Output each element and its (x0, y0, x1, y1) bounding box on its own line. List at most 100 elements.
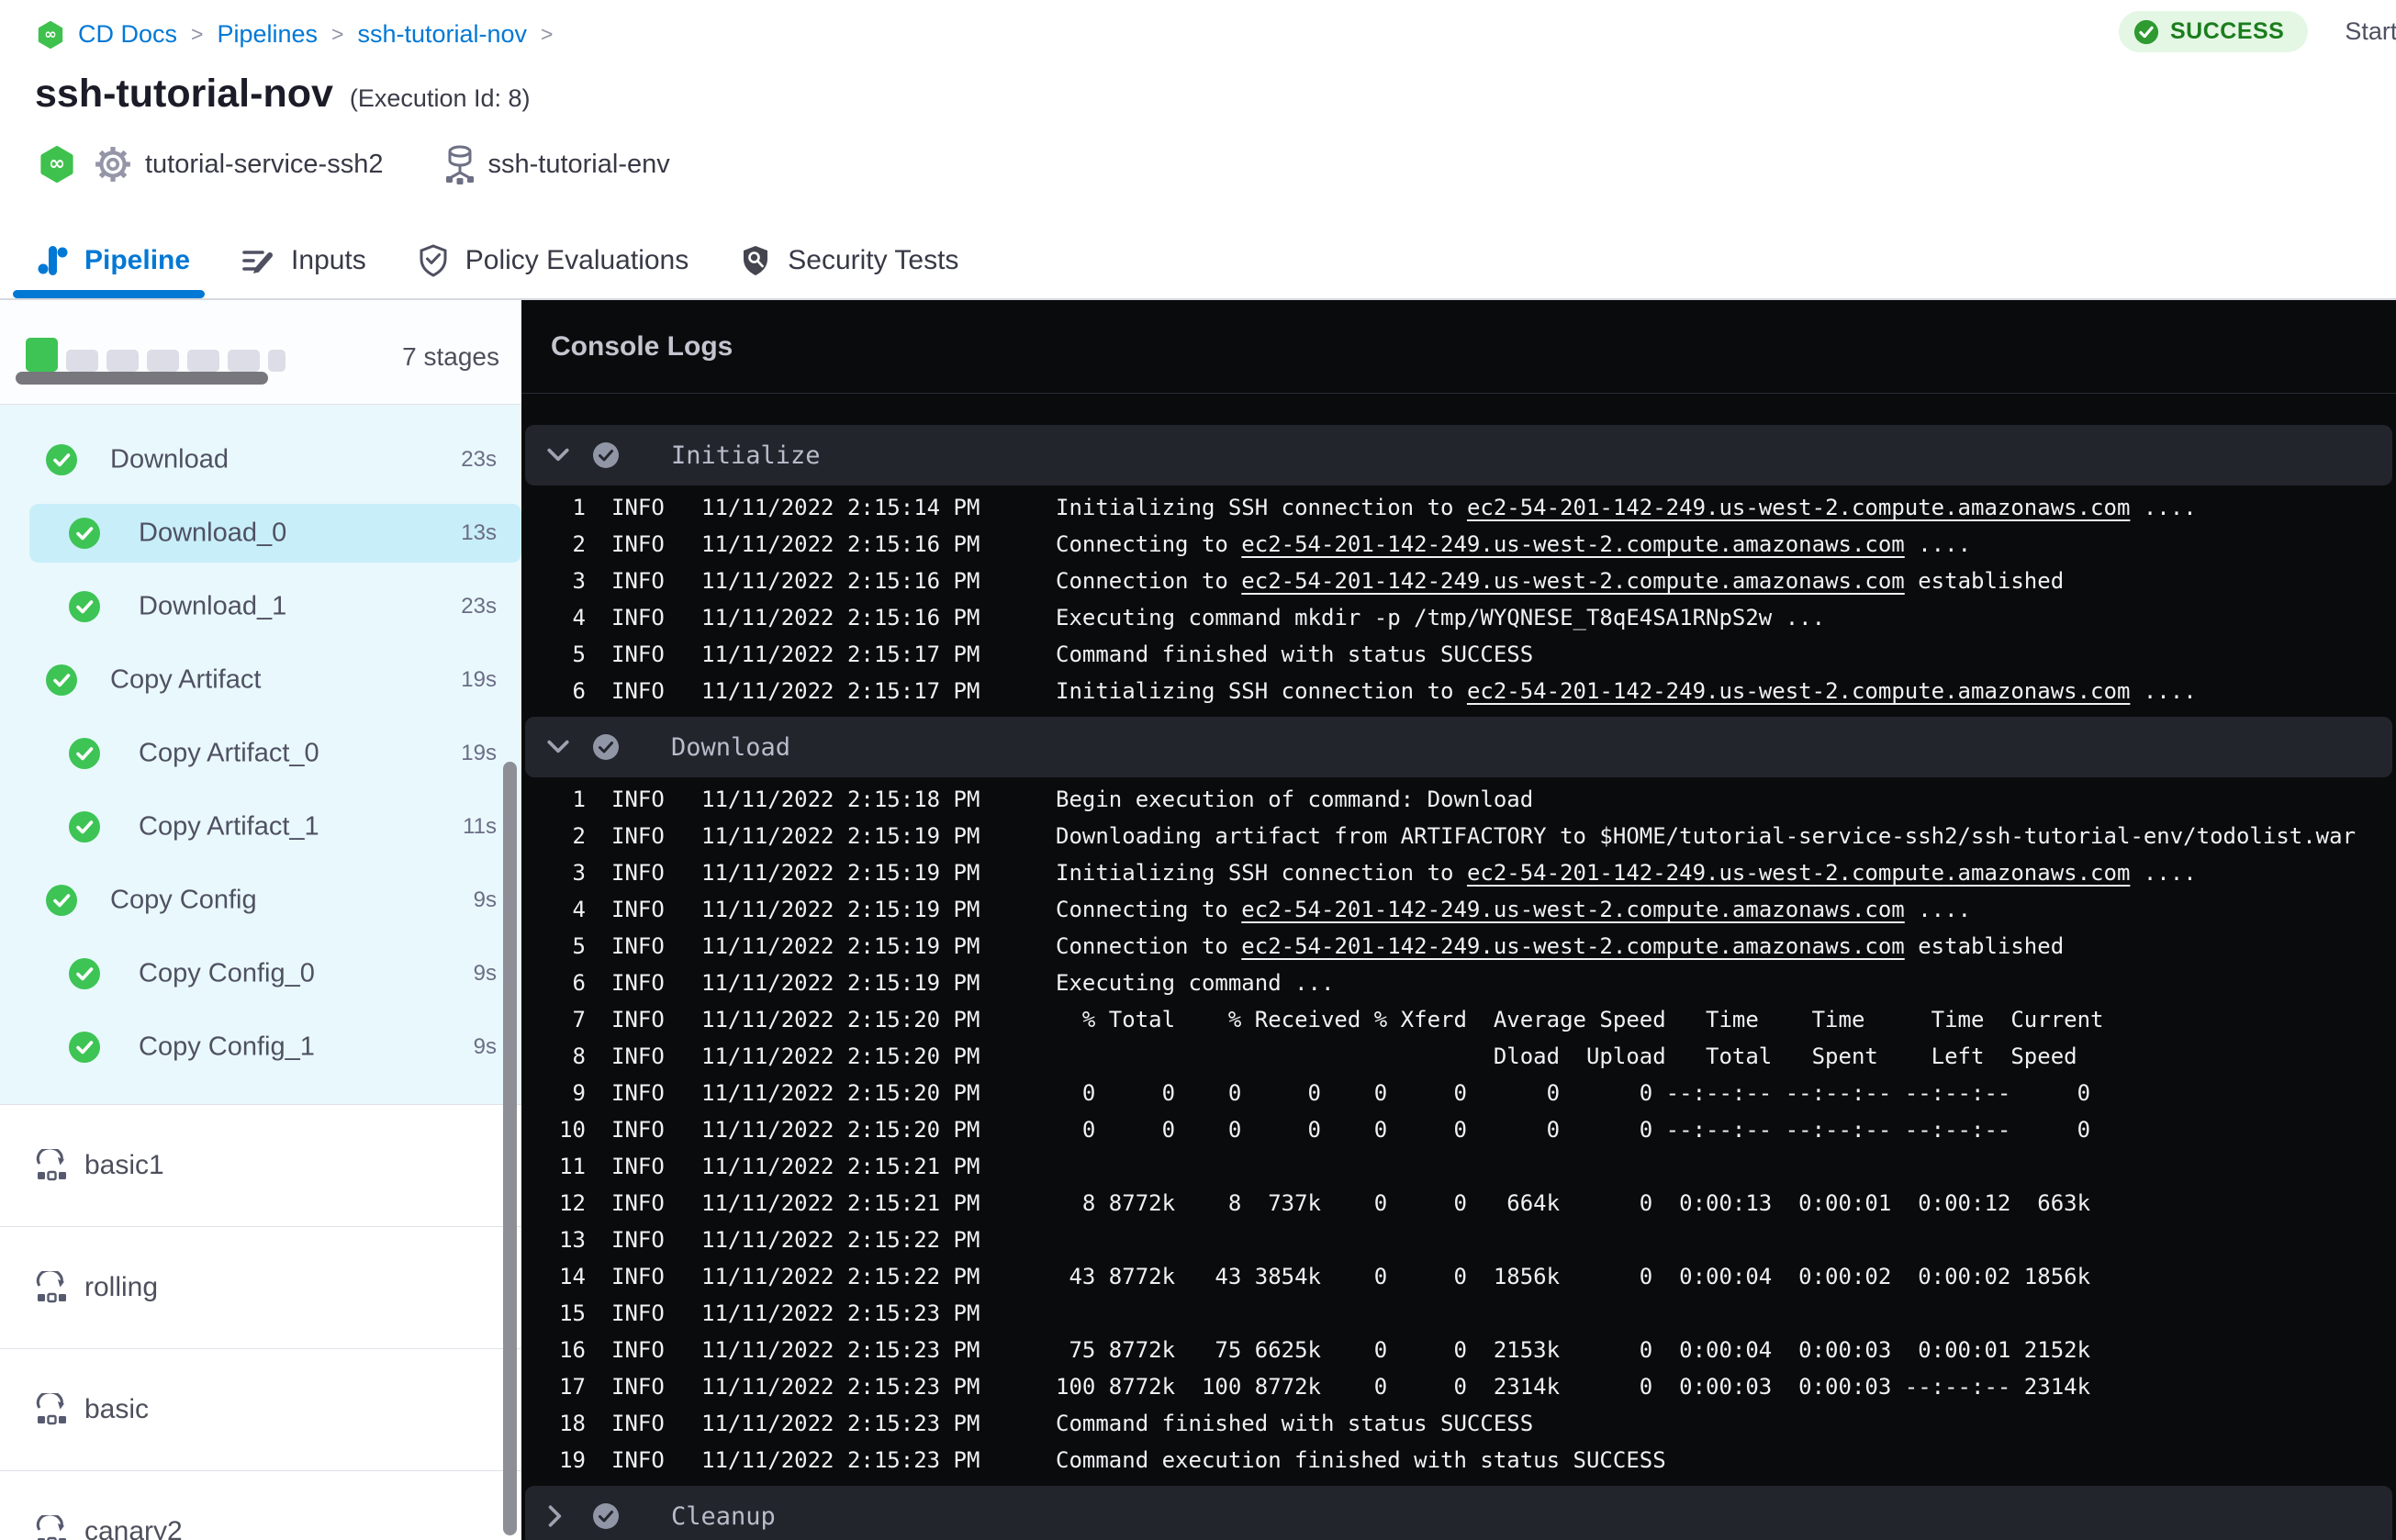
console-sections: Initialize 1 INFO 11/11/2022 2:15:14 PM Init… (521, 394, 2396, 1540)
log-line-number: 17 (559, 1374, 586, 1400)
log-line-number: 15 (559, 1300, 586, 1326)
service-name[interactable]: tutorial-service-ssh2 (145, 150, 383, 180)
stage-row[interactable]: Copy Artifact_0 19s (0, 717, 521, 790)
stage-row[interactable]: Copy Config_1 9s (0, 1010, 521, 1084)
stage-row[interactable]: Download_0 13s (0, 497, 521, 570)
tab-label: Security Tests (788, 245, 959, 275)
breadcrumb-link-pipeline-name[interactable]: ssh-tutorial-nov (357, 20, 527, 49)
log-section-header[interactable]: Initialize (525, 425, 2392, 485)
log-section-name: Initialize (671, 441, 821, 470)
stage-duration: 23s (461, 447, 497, 472)
log-line-number: 18 (559, 1411, 586, 1436)
stage-duration: 13s (461, 520, 497, 545)
log-level: INFO (611, 1411, 665, 1436)
log-timestamp: 11/11/2022 2:15:17 PM (701, 642, 980, 667)
status-badge-label: SUCCESS (2170, 18, 2285, 44)
log-message: % Total % Received % Xferd Average Speed… (1056, 1007, 2104, 1032)
stage-row[interactable]: Copy Config 9s (0, 864, 521, 937)
tab-inputs[interactable]: Inputs (240, 223, 368, 298)
stage-row[interactable]: Copy Artifact 19s (0, 643, 521, 717)
log-text: 0 0 0 0 0 0 0 0 --:--:-- --:--:-- --:--:… (1056, 1117, 2091, 1143)
shield-magnifier-icon (740, 244, 771, 277)
log-host-link[interactable]: ec2-54-201-142-249.us-west-2.compute.ama… (1467, 860, 2130, 886)
log-text: 0 0 0 0 0 0 0 0 --:--:-- --:--:-- --:--:… (1056, 1080, 2091, 1106)
log-timestamp: 11/11/2022 2:15:19 PM (701, 897, 980, 922)
tab-pipeline[interactable]: Pipeline (12, 223, 206, 298)
log-line: 15 INFO 11/11/2022 2:15:23 PM (525, 1295, 2396, 1332)
breadcrumb-link-pipelines[interactable]: Pipelines (217, 20, 318, 49)
console-logs-panel: Console Logs Initialize 1 INFO 11/11/2022 2… (521, 300, 2396, 1540)
log-text: Command finished with status SUCCESS (1056, 1411, 1534, 1436)
log-message: Command finished with status SUCCESS (1056, 1411, 1533, 1436)
stage-row[interactable]: Download_1 23s (0, 570, 521, 643)
rollback-stage-row[interactable]: basic (0, 1348, 521, 1470)
log-timestamp: 11/11/2022 2:15:23 PM (701, 1447, 980, 1473)
log-level: INFO (611, 642, 665, 667)
stage-label: Download (110, 444, 229, 474)
log-level: INFO (611, 495, 665, 520)
log-timestamp: 11/11/2022 2:15:22 PM (701, 1264, 980, 1289)
log-text: established (1904, 568, 2065, 594)
log-host-link[interactable]: ec2-54-201-142-249.us-west-2.compute.ama… (1241, 933, 1904, 959)
log-host-link[interactable]: ec2-54-201-142-249.us-west-2.compute.ama… (1467, 678, 2130, 704)
rollback-icon (35, 1390, 68, 1426)
log-level: INFO (611, 678, 665, 704)
log-host-link[interactable]: ec2-54-201-142-249.us-west-2.compute.ama… (1241, 531, 1904, 557)
success-check-icon (69, 591, 100, 622)
success-check-icon (46, 444, 77, 475)
success-check-icon (46, 885, 77, 916)
start-time-label: Start time (2345, 17, 2396, 45)
chevron-right-icon[interactable] (546, 1504, 574, 1528)
log-line: 17 INFO 11/11/2022 2:15:23 PM 100 8772k 100… (525, 1368, 2396, 1405)
environment-name[interactable]: ssh-tutorial-env (487, 150, 669, 180)
rollback-stage-label: canary2 (84, 1516, 183, 1540)
rollback-stage-label: rolling (84, 1272, 159, 1302)
log-timestamp: 11/11/2022 2:15:14 PM (701, 495, 980, 520)
log-line-number: 12 (559, 1190, 586, 1216)
breadcrumb-link-cd-docs[interactable]: CD Docs (78, 20, 177, 49)
log-line: 3 INFO 11/11/2022 2:15:16 PM Connection to … (525, 563, 2396, 599)
log-section-name: Cleanup (671, 1501, 776, 1531)
harness-logo-icon: ∞ (37, 20, 64, 49)
rollback-stage-row[interactable]: basic1 (0, 1104, 521, 1226)
log-host-link[interactable]: ec2-54-201-142-249.us-west-2.compute.ama… (1241, 897, 1904, 922)
log-section-header[interactable]: Cleanup (525, 1486, 2392, 1540)
log-level: INFO (611, 1337, 665, 1363)
check-circle-icon (2133, 19, 2159, 45)
page-title: ssh-tutorial-nov (35, 72, 333, 116)
service-env-row: ∞ tutorial-service-ssh2 ssh-tutorial-env (39, 142, 670, 186)
log-timestamp: 11/11/2022 2:15:21 PM (701, 1154, 980, 1179)
log-host-link[interactable]: ec2-54-201-142-249.us-west-2.compute.ama… (1241, 568, 1904, 594)
log-level: INFO (611, 1300, 665, 1326)
tab-security-tests[interactable]: Security Tests (738, 223, 960, 298)
log-message: 100 8772k 100 8772k 0 0 2314k 0 0:00:03 … (1056, 1374, 2090, 1400)
log-line-number: 1 (572, 495, 586, 520)
log-text: Command execution finished with status S… (1056, 1447, 1666, 1473)
log-line-number: 3 (572, 860, 586, 886)
rollback-stage-row[interactable]: canary2 (0, 1470, 521, 1540)
chevron-down-icon[interactable] (546, 446, 574, 464)
rollback-stage-label: basic1 (84, 1150, 164, 1180)
log-message: Begin execution of command: Download (1056, 787, 1533, 812)
stage-label: Download_0 (139, 518, 287, 548)
sidebar-scrollbar[interactable] (503, 762, 517, 1535)
log-level: INFO (611, 1374, 665, 1400)
log-message: Executing command mkdir -p /tmp/WYQNESE_… (1056, 605, 1825, 631)
chevron-down-icon[interactable] (546, 738, 574, 756)
log-section-header[interactable]: Download (525, 717, 2392, 777)
stage-graph-scrollbar[interactable] (16, 372, 268, 385)
log-line-number: 5 (572, 642, 586, 667)
log-text: Command finished with status SUCCESS (1056, 642, 1534, 667)
stage-row[interactable]: Copy Artifact_1 11s (0, 790, 521, 864)
stage-row[interactable]: Download 23s (0, 423, 521, 497)
tab-policy-evaluations[interactable]: Policy Evaluations (416, 223, 690, 298)
inputs-icon (241, 245, 274, 276)
log-message: 8 8772k 8 737k 0 0 664k 0 0:00:13 0:00:0… (1056, 1190, 2090, 1216)
log-line: 18 INFO 11/11/2022 2:15:23 PM Command finis… (525, 1405, 2396, 1442)
log-timestamp: 11/11/2022 2:15:16 PM (701, 531, 980, 557)
stage-row[interactable]: Copy Config_0 9s (0, 937, 521, 1010)
log-host-link[interactable]: ec2-54-201-142-249.us-west-2.compute.ama… (1467, 495, 2130, 520)
log-message: Connecting to ec2-54-201-142-249.us-west… (1056, 897, 1971, 922)
rollback-stage-row[interactable]: rolling (0, 1226, 521, 1348)
log-line: 3 INFO 11/11/2022 2:15:19 PM Initializing S… (525, 854, 2396, 891)
